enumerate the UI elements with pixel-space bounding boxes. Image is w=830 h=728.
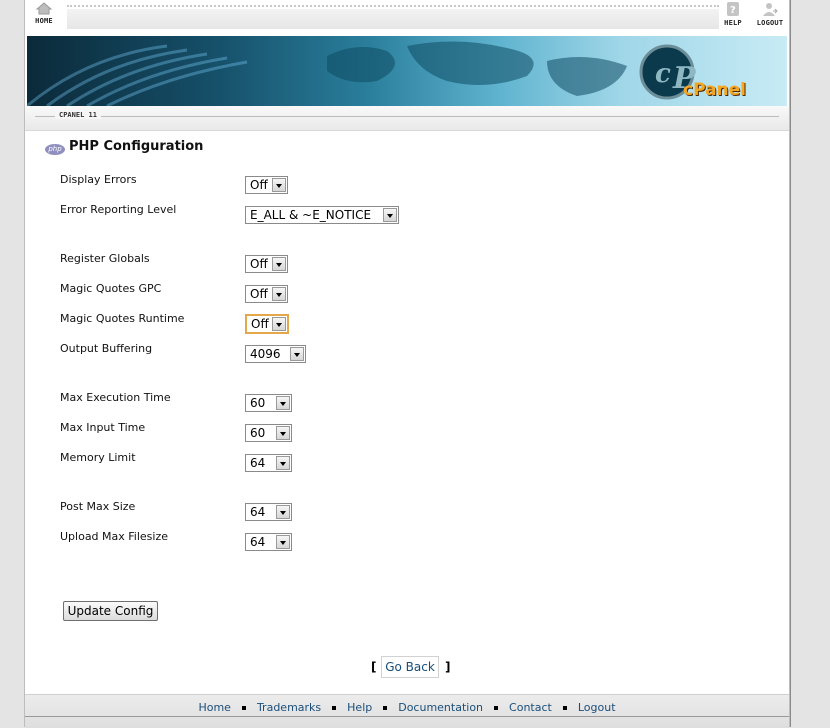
max-input-time-label: Max Input Time xyxy=(60,421,146,434)
footer-separator xyxy=(562,706,567,710)
footer-links: Home Trademarks Help Documentation Contact Lo… xyxy=(25,701,789,714)
home-nav-label: HOME xyxy=(35,17,53,25)
max-execution-time-label: Max Execution Time xyxy=(60,391,171,404)
top-nav-bar: HOME ? HELP LOGOUT xyxy=(25,0,789,34)
chevron-down-icon xyxy=(276,456,290,470)
upload-max-filesize-label: Upload Max Filesize xyxy=(60,530,169,543)
top-nav-divider xyxy=(67,5,719,7)
output-buffering-label: Output Buffering xyxy=(60,342,153,355)
chevron-down-icon xyxy=(272,257,286,271)
help-icon: ? xyxy=(727,2,739,16)
max-input-time-value: 60 xyxy=(250,426,266,440)
update-config-button[interactable]: Update Config xyxy=(63,601,158,621)
cpanel-logo-text: cPanel xyxy=(683,80,747,100)
top-nav-background xyxy=(67,9,719,29)
footer: Home Trademarks Help Documentation Contact Lo… xyxy=(25,694,789,728)
footer-link-home[interactable]: Home xyxy=(198,701,230,714)
footer-separator xyxy=(494,706,499,710)
go-back-bracket-close: ] xyxy=(445,660,451,674)
magic-quotes-runtime-value: Off xyxy=(251,317,269,331)
magic-quotes-gpc-label: Magic Quotes GPC xyxy=(60,282,162,295)
logout-nav-button[interactable]: LOGOUT xyxy=(753,2,787,27)
footer-link-help[interactable]: Help xyxy=(347,701,372,714)
home-icon xyxy=(36,2,52,15)
max-execution-time-select[interactable]: 60 xyxy=(245,394,292,412)
help-nav-button[interactable]: ? HELP xyxy=(721,2,745,27)
magic-quotes-gpc-select[interactable]: Off xyxy=(245,285,288,303)
post-max-size-value: 64 xyxy=(250,505,266,519)
memory-limit-label: Memory Limit xyxy=(60,451,136,464)
bottom-border xyxy=(25,716,789,717)
post-max-size-select[interactable]: 64 xyxy=(245,503,292,521)
register-globals-value: Off xyxy=(250,257,268,271)
display-errors-value: Off xyxy=(250,178,268,192)
footer-separator xyxy=(383,706,388,710)
max-execution-time-value: 60 xyxy=(250,396,266,410)
chevron-down-icon xyxy=(276,396,290,410)
chevron-down-icon xyxy=(383,208,397,222)
register-globals-label: Register Globals xyxy=(60,252,150,265)
home-nav-button[interactable]: HOME xyxy=(31,2,57,25)
error-reporting-level-value: E_ALL & ~E_NOTICE xyxy=(250,208,372,222)
footer-separator xyxy=(241,706,246,710)
magic-quotes-gpc-value: Off xyxy=(250,287,268,301)
footer-separator xyxy=(332,706,337,710)
footer-link-contact[interactable]: Contact xyxy=(509,701,552,714)
upload-max-filesize-value: 64 xyxy=(250,535,266,549)
chevron-down-icon xyxy=(290,347,304,361)
version-label: CPANEL 11 xyxy=(55,111,101,119)
register-globals-select[interactable]: Off xyxy=(245,255,288,273)
output-buffering-value: 4096 xyxy=(250,347,281,361)
error-reporting-level-select[interactable]: E_ALL & ~E_NOTICE xyxy=(245,206,399,224)
go-back-link[interactable]: Go Back xyxy=(381,656,439,678)
chevron-down-icon xyxy=(276,426,290,440)
output-buffering-select[interactable]: 4096 xyxy=(245,345,306,363)
memory-limit-value: 64 xyxy=(250,456,266,470)
logout-nav-label: LOGOUT xyxy=(756,19,784,27)
footer-link-documentation[interactable]: Documentation xyxy=(398,701,483,714)
version-strip-line xyxy=(35,116,779,117)
chevron-down-icon xyxy=(272,317,286,331)
max-input-time-select[interactable]: 60 xyxy=(245,424,292,442)
magic-quotes-runtime-label: Magic Quotes Runtime xyxy=(60,312,185,325)
svg-text:c: c xyxy=(655,59,671,89)
chevron-down-icon xyxy=(272,287,286,301)
chevron-down-icon xyxy=(272,178,286,192)
page-frame: HOME ? HELP LOGOUT c P cPanel CPANEL 11 … xyxy=(24,0,790,728)
chevron-down-icon xyxy=(276,505,290,519)
svg-text:?: ? xyxy=(730,5,736,16)
footer-link-logout[interactable]: Logout xyxy=(578,701,616,714)
display-errors-label: Display Errors xyxy=(60,173,137,186)
footer-link-trademarks[interactable]: Trademarks xyxy=(257,701,321,714)
help-nav-label: HELP xyxy=(724,19,742,27)
version-strip: CPANEL 11 xyxy=(25,106,789,131)
php-icon: php xyxy=(45,144,65,155)
logout-icon xyxy=(763,3,778,16)
upload-max-filesize-select[interactable]: 64 xyxy=(245,533,292,551)
post-max-size-label: Post Max Size xyxy=(60,500,136,513)
page-title: PHP Configuration xyxy=(69,139,204,154)
display-errors-select[interactable]: Off xyxy=(245,176,288,194)
magic-quotes-runtime-select[interactable]: Off xyxy=(245,314,289,334)
memory-limit-select[interactable]: 64 xyxy=(245,454,292,472)
go-back-bracket-open: [ xyxy=(371,660,377,674)
header-banner: c P cPanel xyxy=(27,36,787,106)
chevron-down-icon xyxy=(276,535,290,549)
error-reporting-level-label: Error Reporting Level xyxy=(60,203,177,216)
banner-artwork: c P xyxy=(27,41,697,106)
